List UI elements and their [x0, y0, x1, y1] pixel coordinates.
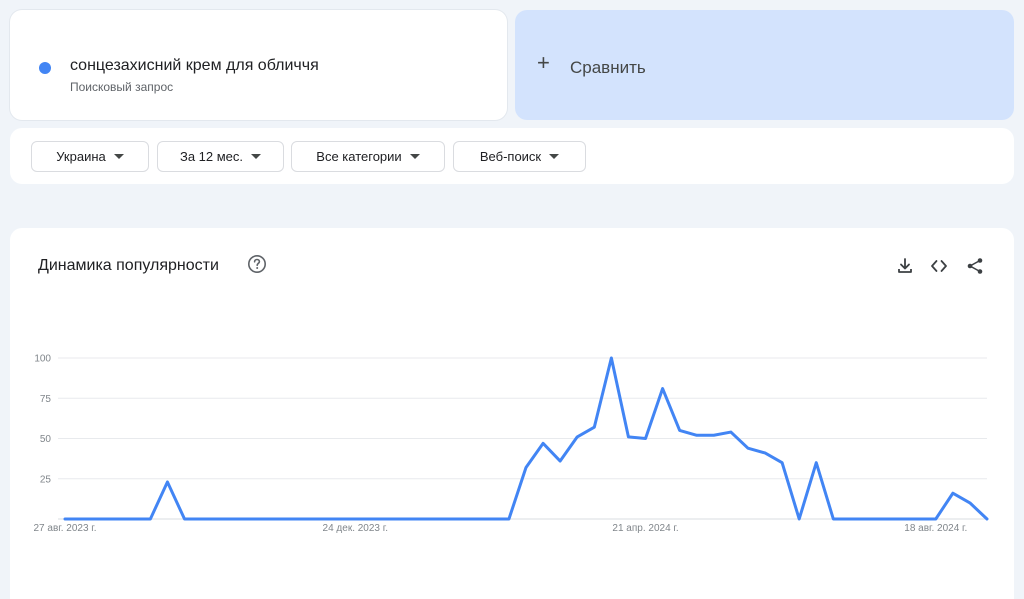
- data-point[interactable]: [61, 515, 69, 523]
- data-point[interactable]: [966, 499, 974, 507]
- x-tick-label: 24 дек. 2023 г.: [323, 523, 388, 534]
- caret-down-icon: [251, 154, 262, 159]
- data-point[interactable]: [522, 463, 530, 471]
- filter-region[interactable]: Украина: [31, 141, 149, 172]
- search-term-subtitle: Поисковый запрос: [70, 80, 174, 94]
- data-point[interactable]: [642, 435, 650, 443]
- y-tick-label: 75: [40, 394, 52, 405]
- data-point[interactable]: [573, 433, 581, 441]
- data-point[interactable]: [829, 515, 837, 523]
- data-point[interactable]: [505, 515, 513, 523]
- data-point[interactable]: [761, 449, 769, 457]
- filter-category[interactable]: Все категории: [291, 141, 445, 172]
- data-point[interactable]: [437, 515, 445, 523]
- filter-search-type-label: Веб-поиск: [479, 149, 542, 164]
- data-point[interactable]: [727, 428, 735, 436]
- data-point[interactable]: [846, 515, 854, 523]
- data-point[interactable]: [420, 515, 428, 523]
- data-point[interactable]: [385, 515, 393, 523]
- caret-down-icon: [409, 154, 420, 159]
- data-point[interactable]: [146, 515, 154, 523]
- data-point[interactable]: [249, 515, 257, 523]
- data-point[interactable]: [78, 515, 86, 523]
- x-tick-label: 21 апр. 2024 г.: [612, 523, 678, 534]
- data-point[interactable]: [778, 459, 786, 467]
- data-point[interactable]: [915, 515, 923, 523]
- filter-period-label: За 12 мес.: [179, 149, 244, 164]
- y-tick-label: 100: [34, 354, 51, 365]
- data-point[interactable]: [932, 515, 940, 523]
- data-point[interactable]: [539, 439, 547, 447]
- x-tick-label: 27 авг. 2023 г.: [34, 523, 97, 534]
- compare-label: Сравнить: [570, 58, 646, 77]
- header-area: сонцезахисний крем для обличчя Поисковый…: [0, 0, 1024, 206]
- data-point[interactable]: [898, 515, 906, 523]
- data-point[interactable]: [881, 515, 889, 523]
- data-point[interactable]: [590, 423, 598, 431]
- data-point[interactable]: [198, 515, 206, 523]
- data-point[interactable]: [351, 515, 359, 523]
- data-point[interactable]: [488, 515, 496, 523]
- data-point[interactable]: [812, 459, 820, 467]
- filter-category-label: Все категории: [316, 149, 402, 164]
- data-point[interactable]: [112, 515, 120, 523]
- data-point[interactable]: [317, 515, 325, 523]
- data-point[interactable]: [334, 515, 342, 523]
- data-point[interactable]: [863, 515, 871, 523]
- trend-chart: 25 50 75 100 27 авг. 2023 г. 24 дек. 2023 г. 2…: [34, 354, 991, 534]
- data-point[interactable]: [949, 489, 957, 497]
- interest-over-time-card: Динамика популярности 25 50 75 100 27 авг. 2…: [10, 228, 1014, 599]
- series-color-dot: [39, 62, 51, 74]
- search-term-card[interactable]: сонцезахисний крем для обличчя Поисковый…: [10, 10, 507, 120]
- data-point[interactable]: [795, 515, 803, 523]
- y-tick-label: 25: [40, 474, 52, 485]
- data-point[interactable]: [266, 515, 274, 523]
- data-point[interactable]: [676, 426, 684, 434]
- data-point[interactable]: [710, 431, 718, 439]
- plus-icon: +: [537, 50, 550, 75]
- caret-down-icon: [549, 154, 560, 159]
- data-point[interactable]: [607, 354, 615, 362]
- caret-down-icon: [113, 154, 124, 159]
- data-point[interactable]: [659, 385, 667, 393]
- data-point[interactable]: [454, 515, 462, 523]
- compare-button[interactable]: + Сравнить: [515, 10, 1014, 120]
- data-point[interactable]: [693, 431, 701, 439]
- data-point[interactable]: [283, 515, 291, 523]
- data-point[interactable]: [215, 515, 223, 523]
- filter-search-type[interactable]: Веб-поиск: [453, 141, 586, 172]
- data-point[interactable]: [300, 515, 308, 523]
- data-point[interactable]: [624, 433, 632, 441]
- data-point[interactable]: [983, 515, 991, 523]
- x-tick-label: 18 авг. 2024 г.: [904, 523, 967, 534]
- data-point[interactable]: [402, 515, 410, 523]
- data-point[interactable]: [95, 515, 103, 523]
- filter-bar: Украина За 12 мес. Все категории Веб-пои…: [10, 128, 1014, 184]
- data-point[interactable]: [471, 515, 479, 523]
- data-point[interactable]: [181, 515, 189, 523]
- data-point[interactable]: [556, 457, 564, 465]
- data-point[interactable]: [232, 515, 240, 523]
- filter-period[interactable]: За 12 мес.: [157, 141, 284, 172]
- data-point[interactable]: [368, 515, 376, 523]
- filter-region-label: Украина: [56, 149, 106, 164]
- data-point[interactable]: [744, 444, 752, 452]
- y-tick-label: 50: [40, 434, 52, 445]
- data-point[interactable]: [163, 478, 171, 486]
- search-term-title[interactable]: сонцезахисний крем для обличчя: [70, 57, 319, 75]
- data-point[interactable]: [129, 515, 137, 523]
